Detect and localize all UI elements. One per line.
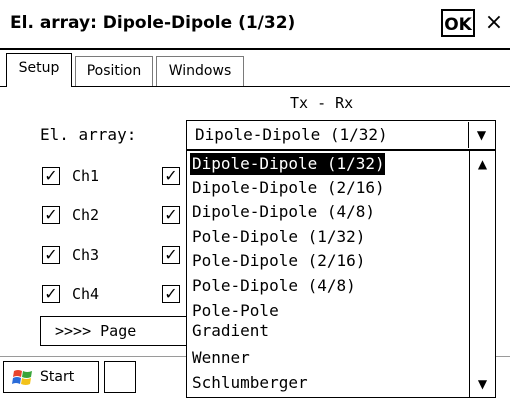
check-icon: ✓ — [164, 284, 178, 303]
list-item[interactable]: Dipole-Dipole (2/16) — [190, 177, 385, 199]
chevron-up-icon[interactable]: ▲ — [470, 151, 495, 177]
list-item[interactable]: Pole-Pole — [190, 300, 279, 322]
list-item[interactable]: Pole-Dipole (2/16) — [190, 250, 365, 272]
list-scrollbar[interactable]: ▲ ▼ — [469, 151, 495, 397]
ch1-checkbox[interactable]: ✓ — [42, 167, 60, 185]
check-icon: ✓ — [164, 245, 178, 264]
tab-position[interactable]: Position — [75, 56, 153, 86]
list-item[interactable]: Dipole-Dipole (1/32) — [190, 153, 385, 175]
ch3-checkbox[interactable]: ✓ — [42, 246, 60, 264]
list-item[interactable]: Gradient — [190, 320, 269, 342]
list-item[interactable]: Dipole-Dipole (4/8) — [190, 201, 375, 223]
ch2-secondary-checkbox[interactable]: ✓ — [162, 206, 180, 224]
list-item[interactable]: Pole-Dipole (1/32) — [190, 226, 365, 248]
start-label: Start — [40, 369, 75, 385]
ch4-label: Ch4 — [72, 285, 100, 303]
check-icon: ✓ — [44, 205, 58, 224]
chevron-down-icon[interactable]: ▼ — [470, 371, 495, 397]
taskbar-app-button[interactable] — [104, 361, 136, 393]
el-array-dropdown-list[interactable]: Dipole-Dipole (1/32) Dipole-Dipole (2/16… — [186, 150, 496, 398]
list-item[interactable]: Wenner — [190, 347, 250, 369]
ch3-label: Ch3 — [72, 246, 100, 264]
window-title: El. array: Dipole-Dipole (1/32) — [10, 13, 296, 33]
tab-windows[interactable]: Windows — [156, 56, 244, 86]
tab-setup[interactable]: Setup — [6, 53, 72, 87]
check-icon: ✓ — [44, 284, 58, 303]
txrx-label: Tx - Rx — [290, 94, 354, 112]
check-icon: ✓ — [164, 205, 178, 224]
check-icon: ✓ — [44, 166, 58, 185]
ok-button[interactable]: OK — [441, 9, 475, 37]
windows-flag-icon — [12, 370, 32, 385]
list-item[interactable]: Schlumberger — [190, 372, 308, 394]
ch4-checkbox[interactable]: ✓ — [42, 285, 60, 303]
ch2-label: Ch2 — [72, 206, 100, 224]
el-array-select[interactable]: Dipole-Dipole (1/32) ▼ — [186, 120, 496, 150]
check-icon: ✓ — [164, 166, 178, 185]
chevron-down-icon[interactable]: ▼ — [468, 122, 494, 148]
el-array-label: El. array: — [40, 125, 137, 144]
page-button[interactable]: >>>> Page — [40, 316, 190, 346]
close-icon[interactable]: × — [480, 9, 508, 37]
title-bar: El. array: Dipole-Dipole (1/32) OK × — [0, 0, 510, 50]
ch2-checkbox[interactable]: ✓ — [42, 206, 60, 224]
ch4-secondary-checkbox[interactable]: ✓ — [162, 285, 180, 303]
tab-divider — [0, 86, 510, 87]
list-item[interactable]: Pole-Dipole (4/8) — [190, 275, 356, 297]
ch3-secondary-checkbox[interactable]: ✓ — [162, 246, 180, 264]
el-array-select-value: Dipole-Dipole (1/32) — [195, 125, 388, 144]
check-icon: ✓ — [44, 245, 58, 264]
ch1-secondary-checkbox[interactable]: ✓ — [162, 167, 180, 185]
start-button[interactable]: Start — [3, 361, 99, 393]
ch1-label: Ch1 — [72, 167, 100, 185]
